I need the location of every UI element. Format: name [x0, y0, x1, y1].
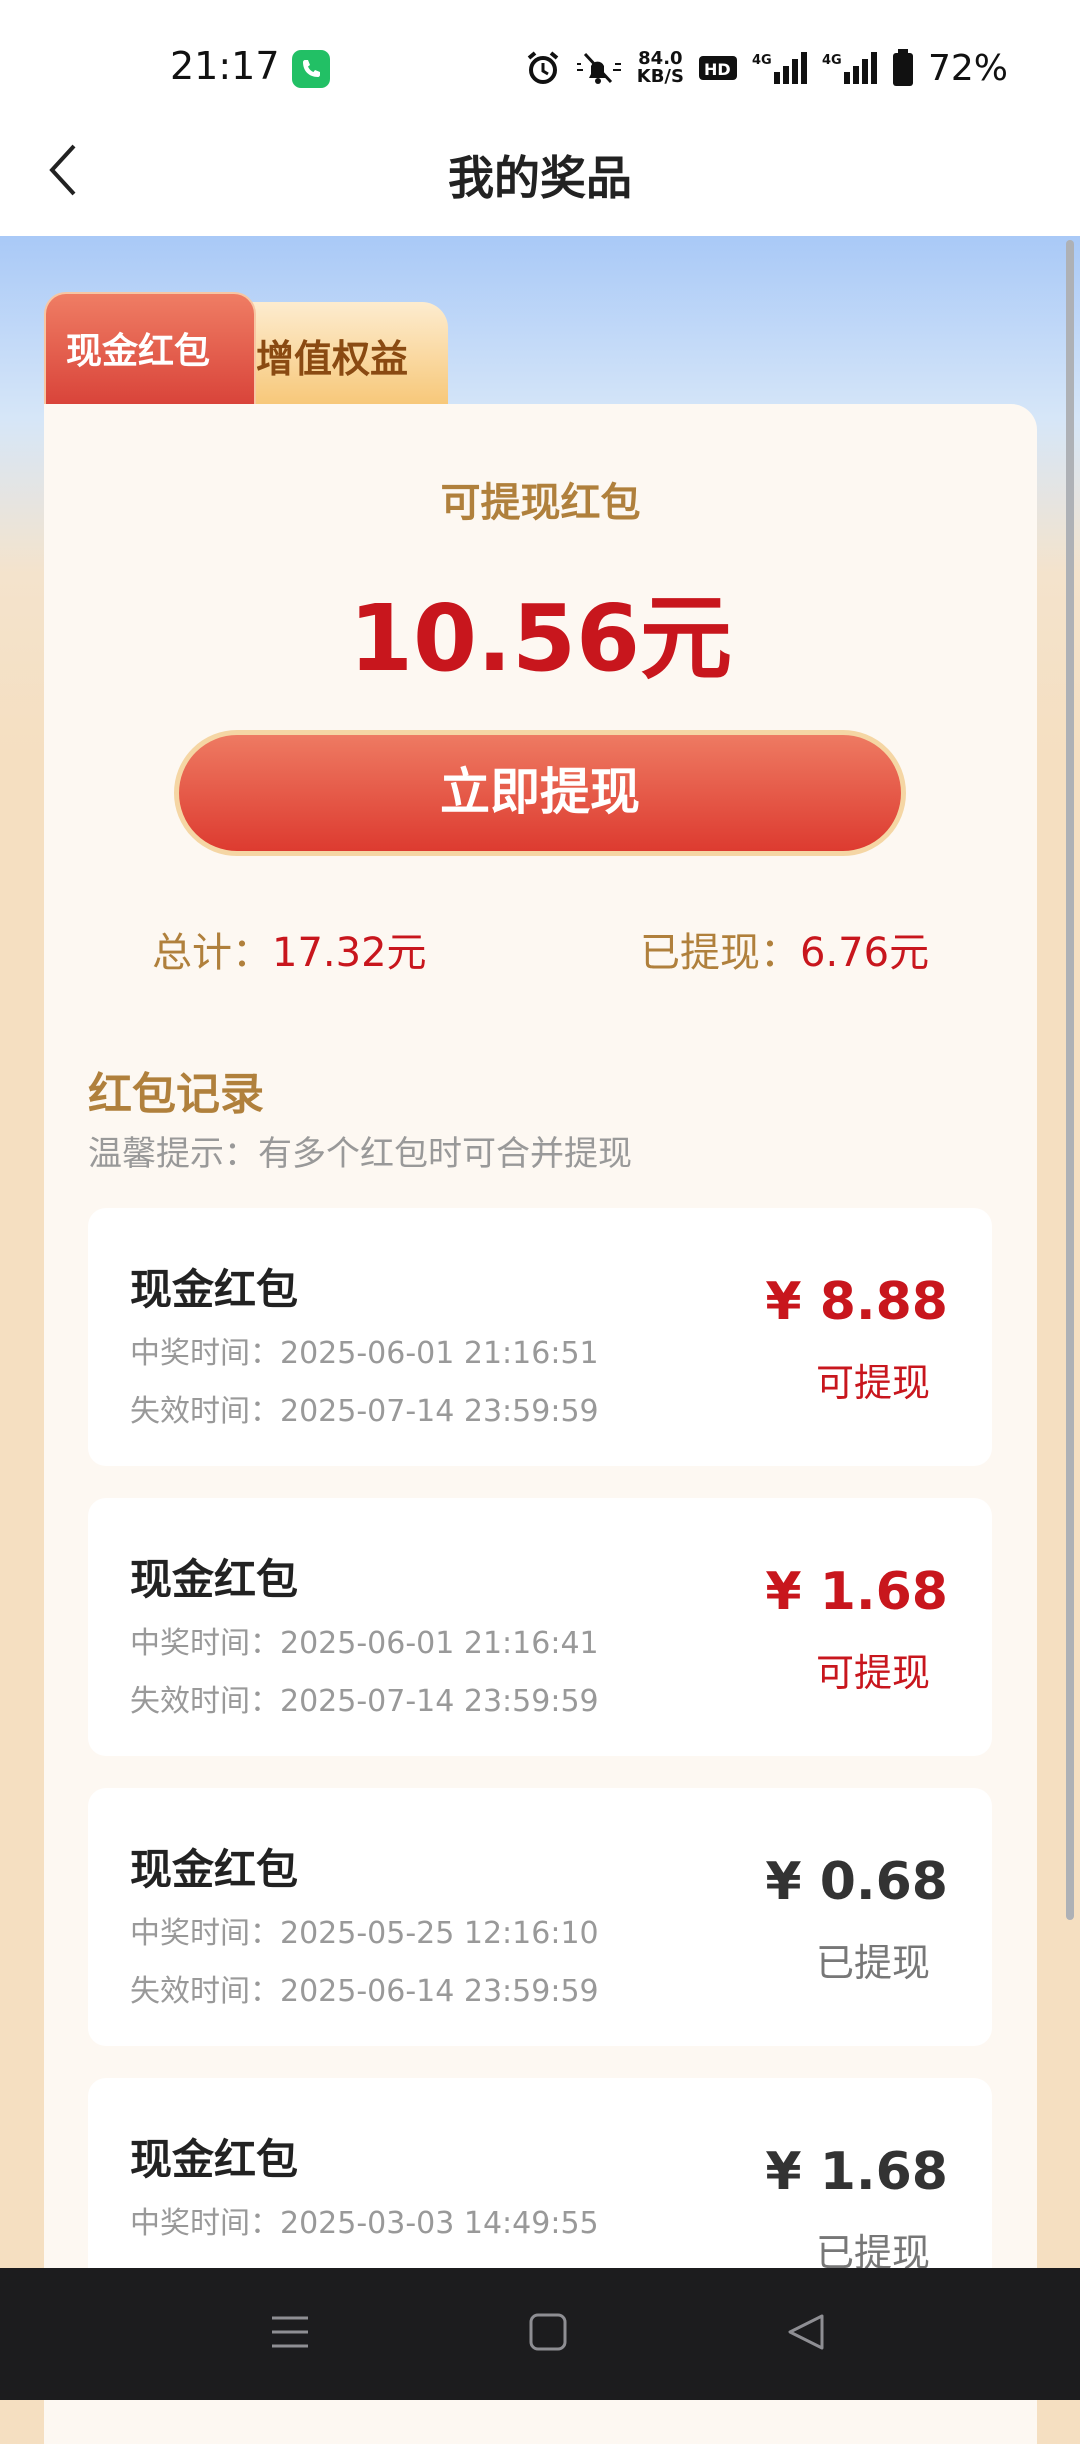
network-speed-unit: KB/S [636, 66, 684, 87]
item-amount: ¥ 1.68 [765, 1562, 948, 1622]
phone-icon [292, 50, 330, 88]
item-amount: ¥ 1.68 [765, 2142, 948, 2202]
records-title: 红包记录 [88, 1069, 264, 1120]
svg-text:4G: 4G [752, 53, 772, 68]
signal-4g-icon: 4G [752, 52, 807, 84]
back-triangle-icon[interactable] [786, 2312, 826, 2352]
item-name: 现金红包 [130, 1845, 299, 1894]
tab-label: 现金红包 [66, 331, 211, 372]
list-item[interactable]: 现金红包 中奖时间：2025-06-01 21:16:41 失效时间：2025-… [88, 1498, 992, 1756]
item-win-time: 中奖时间：2025-05-25 12:16:10 [130, 1916, 599, 1951]
withdraw-now-button[interactable]: 立即提现 [174, 730, 906, 856]
item-amount: ¥ 0.68 [765, 1852, 948, 1912]
signal-4g-icon: 4G [822, 52, 877, 84]
records-tip: 温馨提示：有多个红包时可合并提现 [88, 1134, 632, 1174]
svg-text:4G: 4G [822, 53, 842, 68]
item-win-time: 中奖时间：2025-06-01 21:16:51 [130, 1336, 599, 1371]
withdrawable-amount: 10.56元 [348, 585, 732, 692]
item-expire-time: 失效时间：2025-07-14 23:59:59 [130, 1684, 599, 1719]
battery-percent: 72% [927, 47, 1008, 89]
withdrawn-label: 已提现： [640, 930, 800, 976]
item-win-time: 中奖时间：2025-03-03 14:49:55 [130, 2206, 599, 2241]
home-icon[interactable] [528, 2312, 568, 2352]
withdrawn-stat: 已提现：6.76元 [640, 920, 929, 978]
status-icons: 84.0 KB/S HD 4G 4G 72% [525, 40, 1008, 96]
hd-icon: HD [698, 56, 737, 80]
svg-text:HD: HD [704, 60, 731, 79]
nav-bar: 我的奖品 [0, 100, 1080, 236]
system-nav-bar [0, 2268, 1080, 2400]
item-status: 已提现 [815, 1941, 930, 1985]
scrollbar[interactable] [1066, 240, 1074, 1920]
tab-cash-red-packet[interactable]: 现金红包 [44, 292, 256, 404]
withdrawn-value: 6.76元 [800, 930, 930, 976]
item-name: 现金红包 [130, 1555, 299, 1604]
total-label: 总计： [152, 930, 272, 976]
list-item[interactable]: 现金红包 中奖时间：2025-05-25 12:16:10 失效时间：2025-… [88, 1788, 992, 2046]
network-speed: 84.0 KB/S [637, 50, 684, 86]
item-expire-time: 失效时间：2025-06-14 23:59:59 [130, 1974, 599, 2009]
menu-icon[interactable] [270, 2312, 310, 2352]
withdrawable-label: 可提现红包 [440, 480, 641, 526]
item-name: 现金红包 [130, 1265, 299, 1314]
page-title: 我的奖品 [448, 151, 632, 205]
tab-label: 增值权益 [256, 337, 409, 381]
item-expire-time: 失效时间：2025-07-14 23:59:59 [130, 1394, 599, 1429]
status-time: 21:17 [170, 44, 280, 88]
battery-icon [892, 49, 913, 86]
list-item[interactable]: 现金红包 中奖时间：2025-06-01 21:16:51 失效时间：2025-… [88, 1208, 992, 1466]
alarm-icon [527, 51, 559, 84]
item-name: 现金红包 [130, 2135, 299, 2184]
total-stat: 总计：17.32元 [152, 920, 427, 978]
item-amount: ¥ 8.88 [765, 1272, 948, 1332]
total-value: 17.32元 [272, 930, 427, 976]
tab-value-added-benefits[interactable]: 增值权益 [246, 302, 448, 404]
item-status: 可提现 [815, 1361, 930, 1405]
prize-card: 可提现红包 10.56元 立即提现 总计：17.32元 已提现：6.76元 红包… [44, 404, 1037, 2444]
item-win-time: 中奖时间：2025-06-01 21:16:41 [130, 1626, 599, 1661]
item-status: 可提现 [815, 1651, 930, 1695]
mute-icon [576, 52, 621, 84]
